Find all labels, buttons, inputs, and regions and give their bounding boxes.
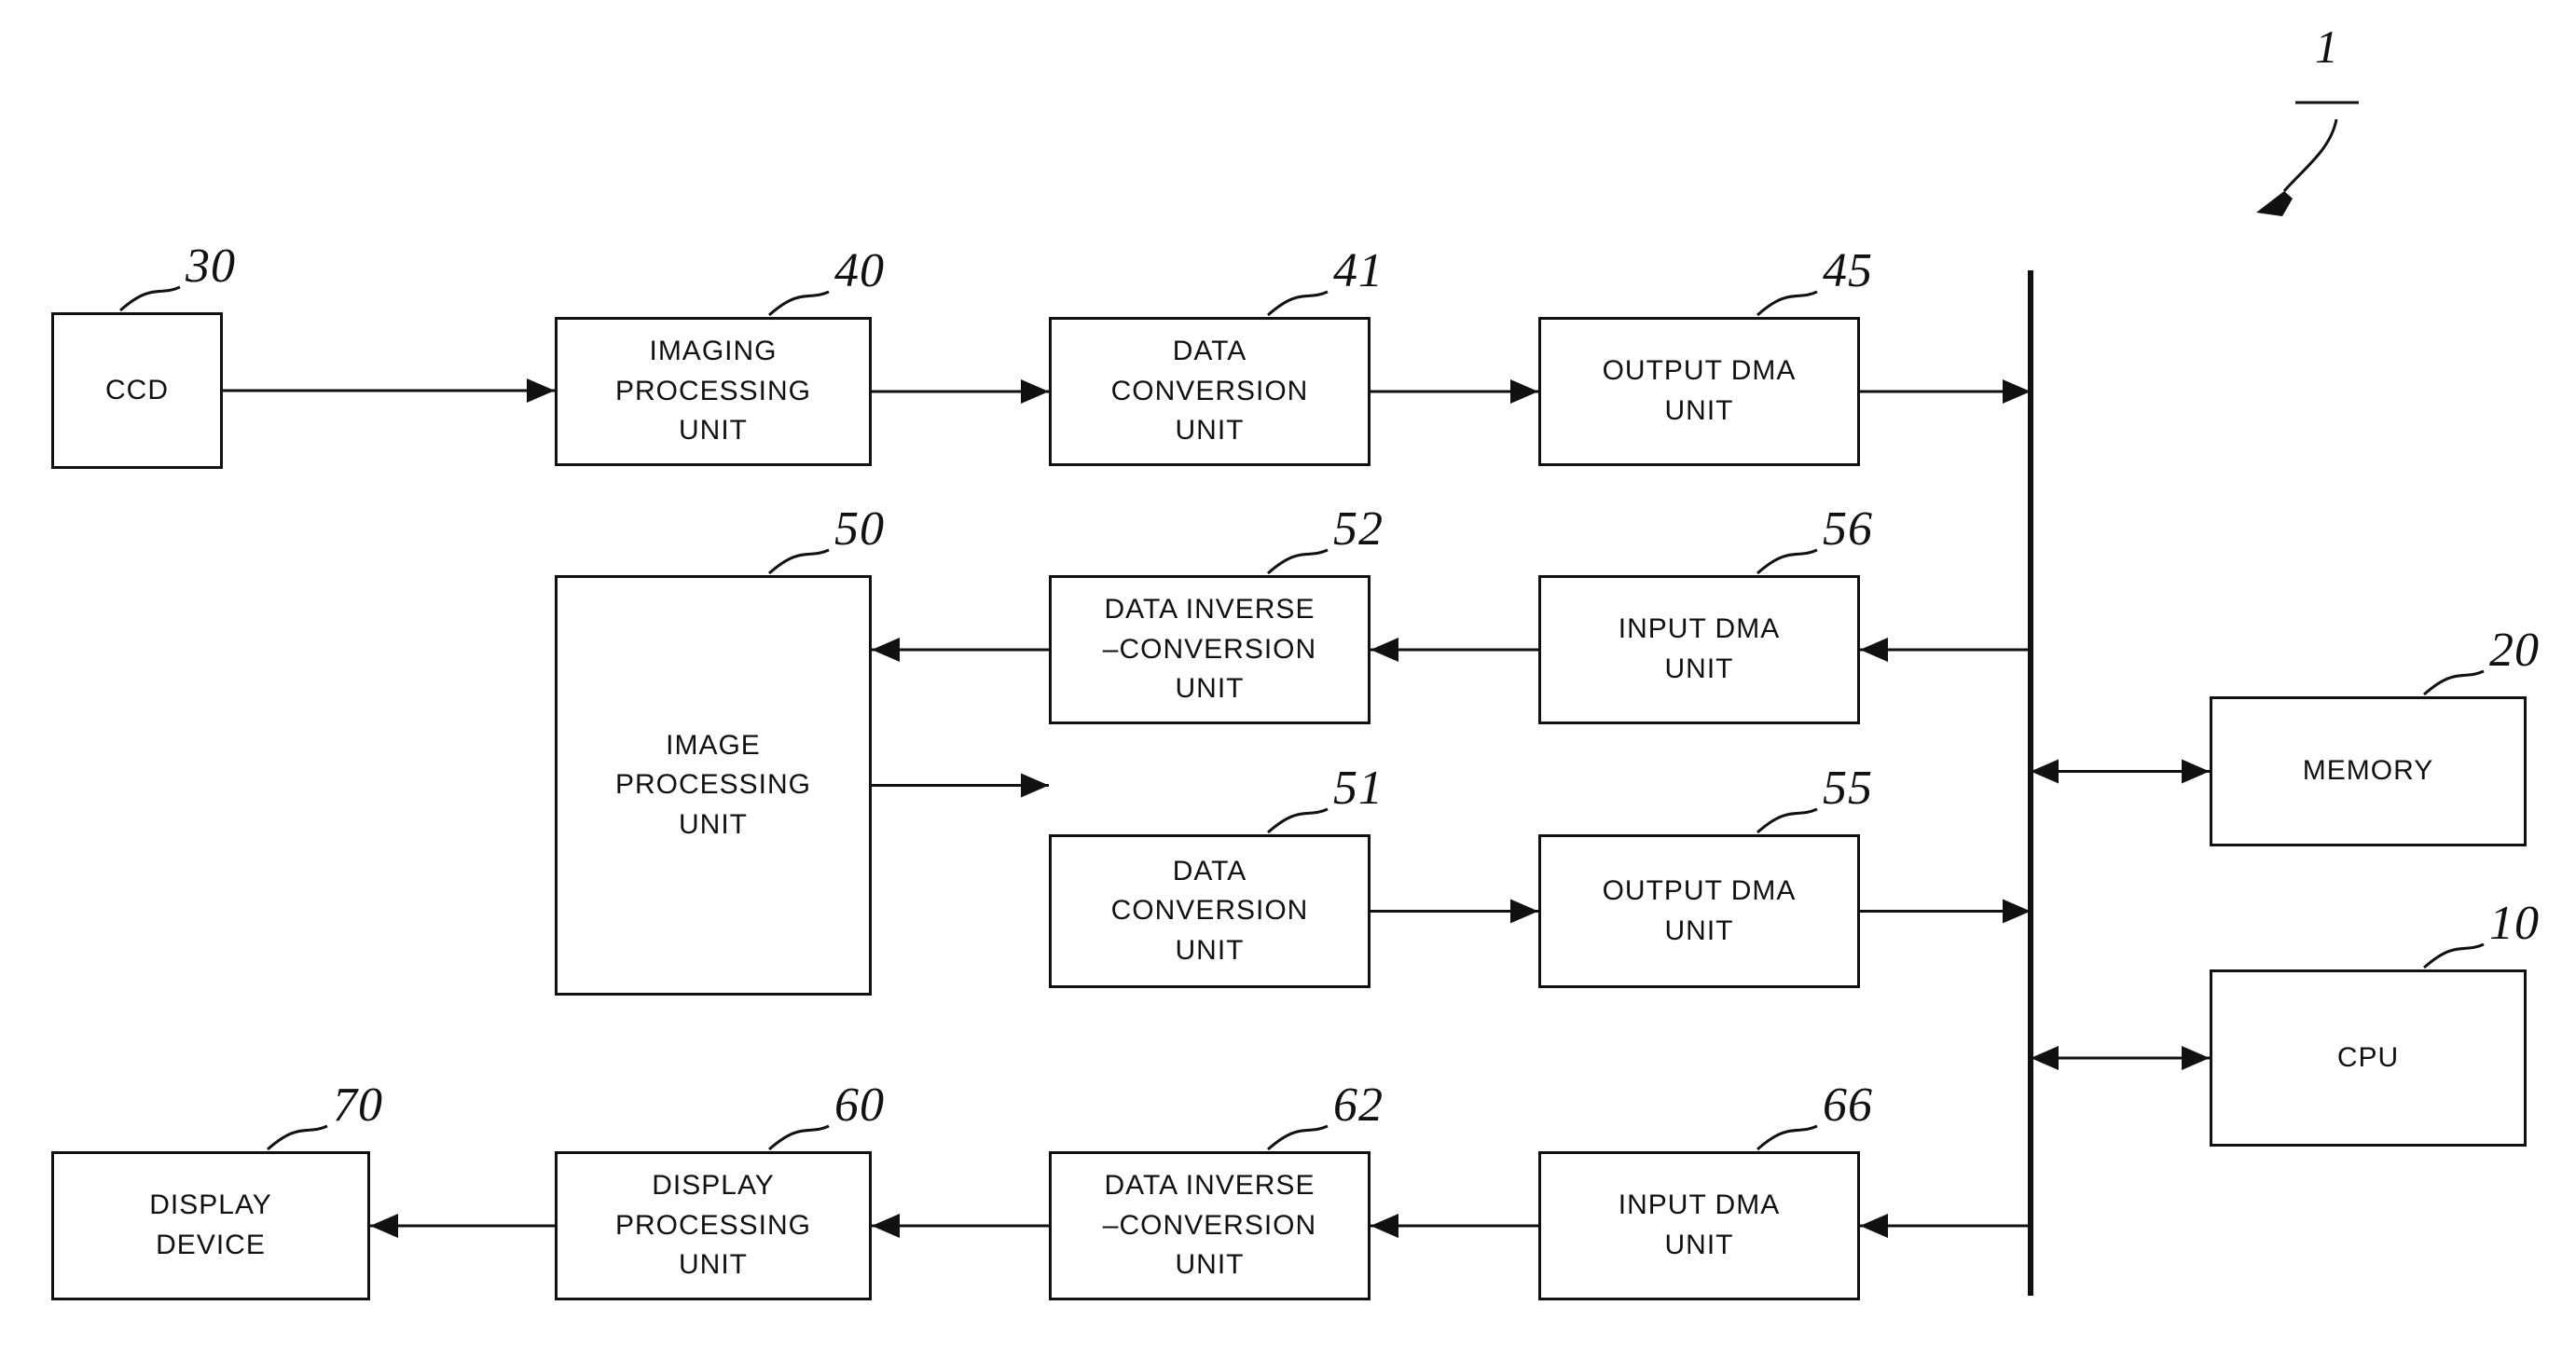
block-imaging: IMAGING PROCESSING UNIT [555, 317, 872, 466]
connector-indma56-to-datainv52 [1371, 638, 1538, 662]
reference-numeral-66: 66 [1823, 1079, 1873, 1132]
reference-numeral-50: 50 [834, 502, 885, 556]
block-displayproc: DISPLAY PROCESSING UNIT [555, 1151, 872, 1300]
connector-outdma55-to-bus [1860, 899, 2031, 924]
block-indma66: INPUT DMA UNIT [1538, 1151, 1860, 1300]
reference-numeral-52: 52 [1333, 502, 1384, 556]
block-label-ccd: CCD [105, 374, 169, 405]
reference-numeral-51: 51 [1333, 762, 1384, 815]
block-displaydev: DISPLAY DEVICE [51, 1151, 370, 1300]
block-imgproc: IMAGE PROCESSING UNIT [555, 575, 872, 996]
connector-imgproc-to-dataconv51 [872, 773, 1049, 798]
connector-bus-memory [2031, 759, 2210, 784]
reference-numeral-62: 62 [1333, 1079, 1384, 1132]
block-label-outdma55: OUTPUT DMA UNIT [1602, 874, 1797, 946]
reference-numeral-60: 60 [834, 1079, 885, 1132]
block-label-memory: MEMORY [2302, 755, 2434, 787]
block-label-imaging: IMAGING PROCESSING UNIT [614, 336, 812, 447]
block-label-displayproc: DISPLAY PROCESSING UNIT [614, 1170, 812, 1281]
block-label-cpu: CPU [2336, 1041, 2400, 1073]
block-label-outdma45: OUTPUT DMA UNIT [1602, 355, 1797, 426]
block-cpu: CPU [2210, 969, 2527, 1147]
connector-bus-to-indma56 [1860, 638, 2031, 662]
block-datainv52: DATA INVERSE –CONVERSION UNIT [1049, 575, 1371, 724]
block-datainv62: DATA INVERSE –CONVERSION UNIT [1049, 1151, 1371, 1300]
connector-datainv62-to-displayproc [872, 1214, 1049, 1238]
block-label-datainv52: DATA INVERSE –CONVERSION UNIT [1102, 594, 1317, 705]
reference-numeral-70: 70 [333, 1079, 383, 1132]
connector-datainv52-to-imgproc [872, 638, 1049, 662]
connector-indma66-to-datainv62 [1371, 1214, 1538, 1238]
block-memory: MEMORY [2210, 696, 2527, 846]
connector-ccd-to-imaging [223, 378, 555, 403]
block-indma56: INPUT DMA UNIT [1538, 575, 1860, 724]
reference-numeral-41: 41 [1333, 244, 1384, 297]
block-label-displaydev: DISPLAY DEVICE [149, 1189, 272, 1260]
figure-number-label: 1 [2315, 21, 2338, 73]
connector-displayproc-to-displaydev [370, 1214, 555, 1238]
block-label-indma66: INPUT DMA UNIT [1618, 1189, 1781, 1260]
connector-outdma45-to-bus [1860, 379, 2031, 404]
reference-numeral-30: 30 [186, 240, 236, 293]
system-bus [2028, 270, 2033, 1296]
reference-numeral-10: 10 [2489, 897, 2540, 950]
reference-numeral-20: 20 [2489, 624, 2540, 677]
reference-numeral-45: 45 [1823, 244, 1873, 297]
reference-numeral-56: 56 [1823, 502, 1873, 556]
connector-imaging-to-dataconv41 [872, 379, 1049, 404]
block-label-imgproc: IMAGE PROCESSING UNIT [614, 729, 812, 840]
reference-numeral-40: 40 [834, 244, 885, 297]
connector-dataconv41-to-outdma45 [1371, 379, 1538, 404]
reference-numeral-55: 55 [1823, 762, 1873, 815]
block-outdma45: OUTPUT DMA UNIT [1538, 317, 1860, 466]
block-label-datainv62: DATA INVERSE –CONVERSION UNIT [1102, 1170, 1317, 1281]
block-label-dataconv51: DATA CONVERSION UNIT [1110, 855, 1309, 966]
patent-figure-canvas: CCD 30 IMAGING PROCESSING UNIT 40 DATA CONVE… [0, 0, 2576, 1347]
block-dataconv51: DATA CONVERSION UNIT [1049, 834, 1371, 988]
connector-bus-to-indma66 [1860, 1214, 2031, 1238]
block-label-dataconv41: DATA CONVERSION UNIT [1110, 336, 1309, 447]
block-label-indma56: INPUT DMA UNIT [1618, 613, 1781, 684]
block-outdma55: OUTPUT DMA UNIT [1538, 834, 1860, 988]
connector-dataconv51-to-outdma55 [1371, 899, 1538, 924]
connector-bus-cpu [2031, 1046, 2210, 1070]
block-dataconv41: DATA CONVERSION UNIT [1049, 317, 1371, 466]
block-ccd: CCD [51, 312, 223, 469]
